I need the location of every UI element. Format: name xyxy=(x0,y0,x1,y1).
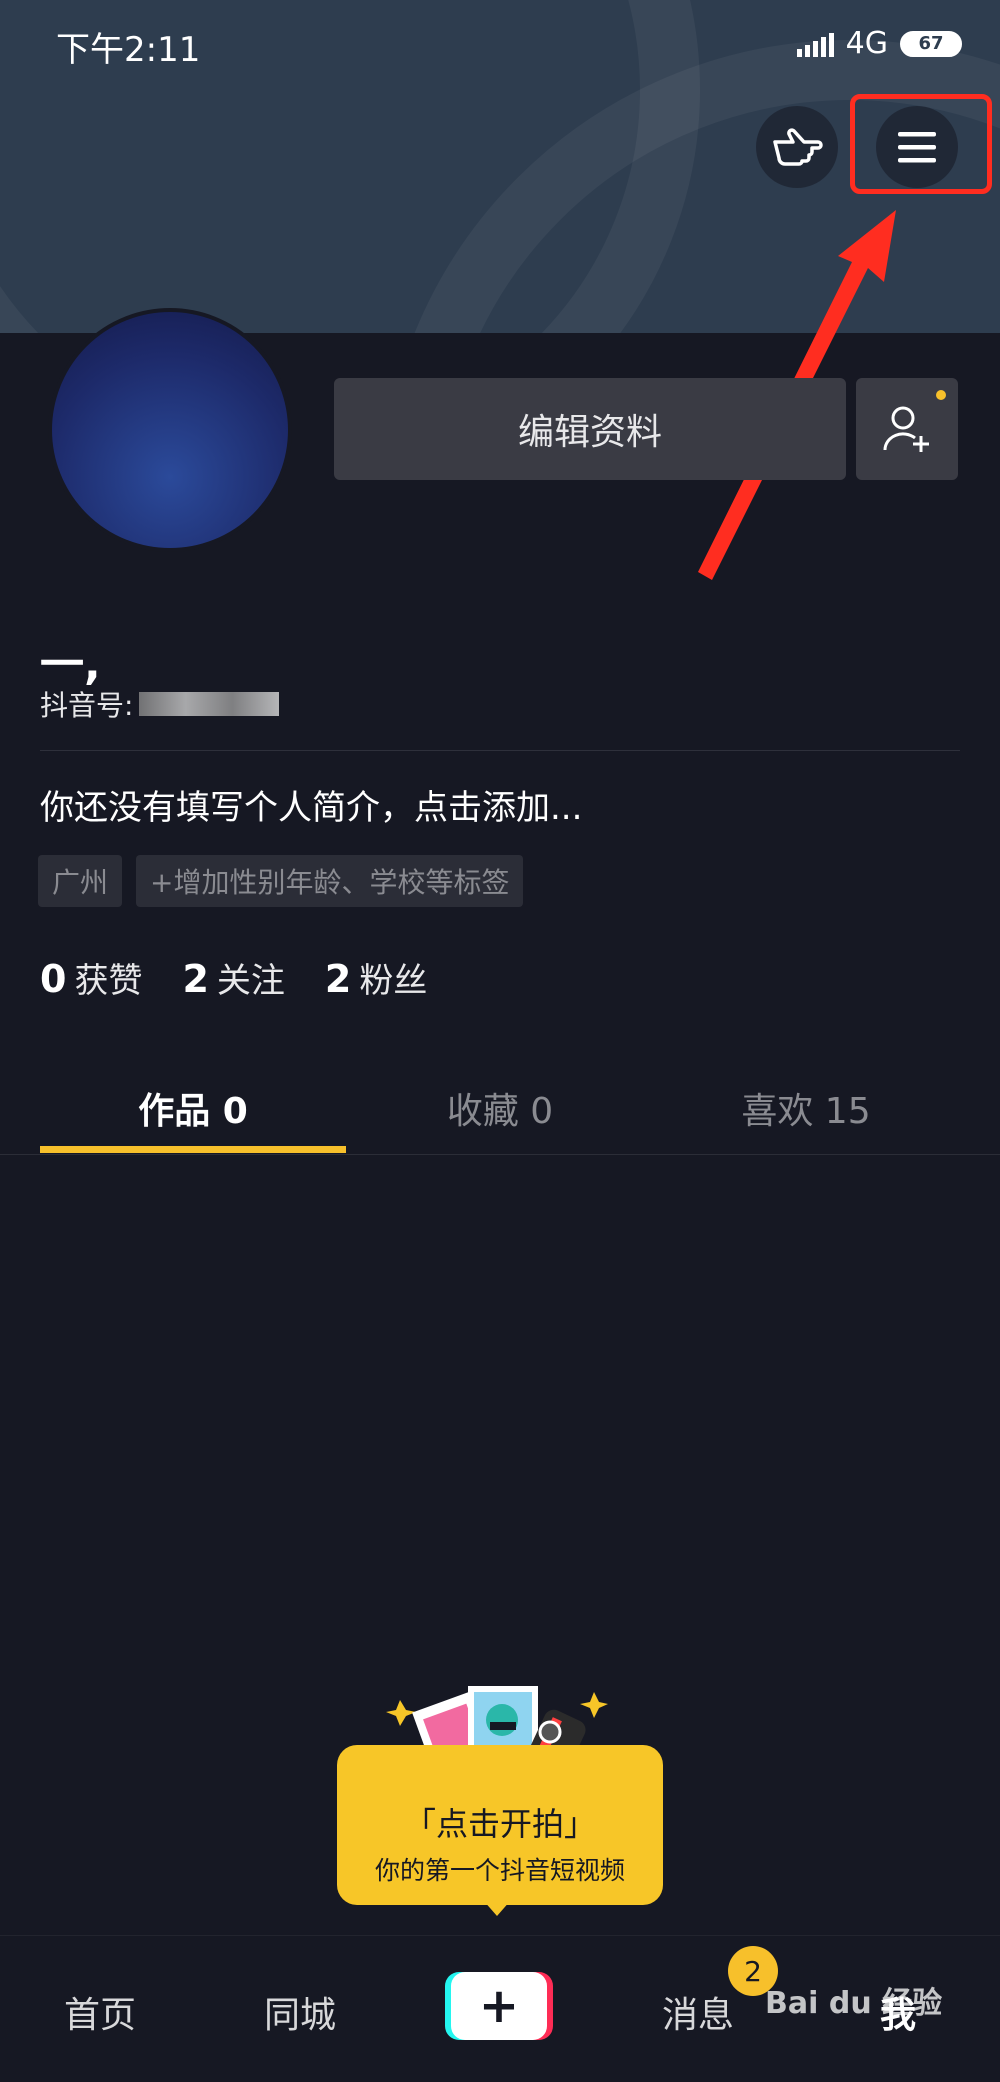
nav-messages[interactable]: 消息 xyxy=(662,1986,734,2038)
watermark: Bai du 经验 xyxy=(765,1986,943,2021)
stat-following-value: 2 xyxy=(182,957,209,1001)
stat-likes-label: 获赞 xyxy=(74,961,143,1001)
douyin-id: 抖音号: xyxy=(40,684,280,724)
start-shooting-prompt[interactable]: 「点击开拍」 你的第一个抖音短视频 xyxy=(337,1745,663,1905)
active-tab-indicator xyxy=(40,1146,346,1153)
stat-followers-label: 粉丝 xyxy=(359,961,428,1001)
add-friend-button[interactable] xyxy=(856,378,958,480)
douyin-id-redacted xyxy=(139,692,280,716)
notification-dot xyxy=(936,390,946,400)
stat-following-label: 关注 xyxy=(216,961,285,1001)
edit-profile-button[interactable]: 编辑资料 xyxy=(334,378,846,480)
stat-following[interactable]: 2 关注 xyxy=(182,953,284,1002)
stat-followers-value: 2 xyxy=(324,957,352,1001)
create-video-button[interactable]: + xyxy=(445,1972,553,2040)
username: 一, xyxy=(40,639,101,690)
tab-divider xyxy=(0,1154,1000,1155)
profile-stats: 0 获赞 2 关注 2 粉丝 xyxy=(40,953,427,1002)
tab-likes[interactable]: 喜欢 15 xyxy=(653,1082,959,1134)
tab-favorites[interactable]: 收藏 0 xyxy=(347,1082,653,1134)
promo-pointer xyxy=(483,1900,511,1916)
add-friend-icon xyxy=(883,406,929,452)
promo-title: 「点击开拍」 xyxy=(403,1805,596,1843)
plus-icon: + xyxy=(451,1972,547,2040)
nav-home[interactable]: 首页 xyxy=(64,1986,136,2038)
tab-works[interactable]: 作品 0 xyxy=(40,1082,346,1134)
add-tags-button[interactable]: +增加性别年龄、学校等标签 xyxy=(136,855,524,907)
douyin-id-label: 抖音号: xyxy=(40,689,134,722)
stat-followers[interactable]: 2 粉丝 xyxy=(325,953,427,1002)
bio-prompt[interactable]: 你还没有填写个人简介，点击添加... xyxy=(40,780,582,829)
nav-nearby[interactable]: 同城 xyxy=(264,1986,336,2038)
avatar[interactable] xyxy=(48,308,292,552)
stat-likes[interactable]: 0 获赞 xyxy=(40,953,142,1002)
location-tag[interactable]: 广州 xyxy=(38,855,123,907)
stat-likes-value: 0 xyxy=(40,957,67,1001)
divider xyxy=(40,750,960,751)
promo-subtitle: 你的第一个抖音短视频 xyxy=(374,1856,625,1885)
